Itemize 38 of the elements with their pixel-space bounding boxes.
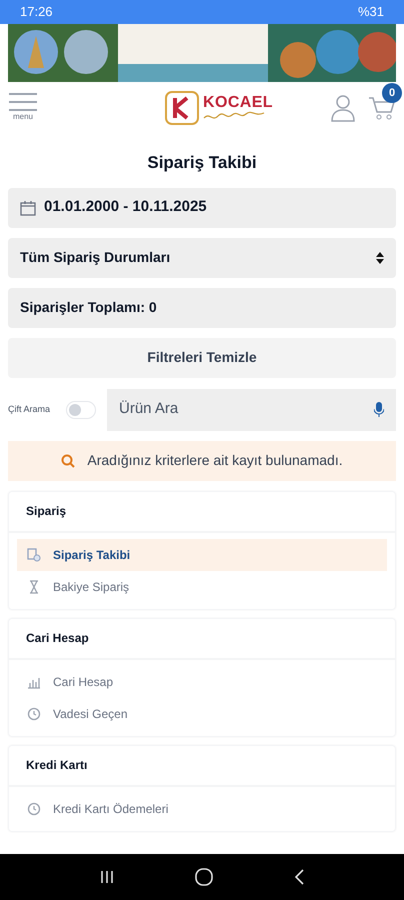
search-icon xyxy=(61,454,76,468)
menu-item[interactable]: Sipariş Takibi xyxy=(17,538,387,570)
logo-text: KOCAEL xyxy=(203,95,273,111)
menu-item[interactable]: Vadesi Geçen xyxy=(17,698,387,730)
date-range-field[interactable]: 01.01.2000 - 10.11.2025 xyxy=(8,188,396,228)
hourglass-icon xyxy=(27,580,41,594)
document-icon xyxy=(27,548,41,562)
section-title: Kredi Kartı xyxy=(26,757,88,774)
status-time: 17:26 xyxy=(20,3,53,22)
orders-total: Siparişler Toplamı: 0 xyxy=(20,298,157,317)
home-icon[interactable] xyxy=(194,868,213,886)
menu-button[interactable]: menu xyxy=(8,93,38,123)
double-search-toggle[interactable] xyxy=(66,400,96,418)
section-title: Cari Hesap xyxy=(26,630,89,647)
cart-icon[interactable] xyxy=(368,95,396,121)
section-title: Sipariş xyxy=(26,503,66,520)
double-search-label: Çift Arama xyxy=(8,402,52,416)
menu-item[interactable]: Kredi Kartı Ödemeleri xyxy=(17,792,387,824)
battery-level: %31 xyxy=(358,3,384,22)
microphone-icon[interactable] xyxy=(374,402,384,417)
product-search-field[interactable]: Ürün Ara xyxy=(107,388,396,430)
clock-icon xyxy=(27,802,41,816)
calendar-icon xyxy=(20,200,36,216)
menu-item[interactable]: Bakiye Sipariş xyxy=(17,570,387,602)
search-input[interactable]: Ürün Ara xyxy=(119,398,374,421)
recent-apps-icon[interactable] xyxy=(100,870,114,884)
menu-item[interactable]: Cari Hesap xyxy=(17,666,387,698)
logo-icon xyxy=(165,91,200,125)
status-select[interactable]: Tüm Sipariş Durumları xyxy=(8,238,396,278)
logo-script-icon xyxy=(203,111,266,121)
back-icon[interactable] xyxy=(294,869,304,885)
clock-icon xyxy=(27,706,41,720)
sort-caret-icon xyxy=(376,252,384,264)
page-title: Sipariş Takibi xyxy=(146,152,258,174)
cart-count-badge: 0 xyxy=(382,83,402,103)
menu-icon xyxy=(9,93,37,111)
no-results-message: Aradığınız kriterlere ait kayıt bulunamadı. xyxy=(87,451,343,470)
clear-filters-button[interactable]: Filtreleri Temizle xyxy=(8,338,396,378)
